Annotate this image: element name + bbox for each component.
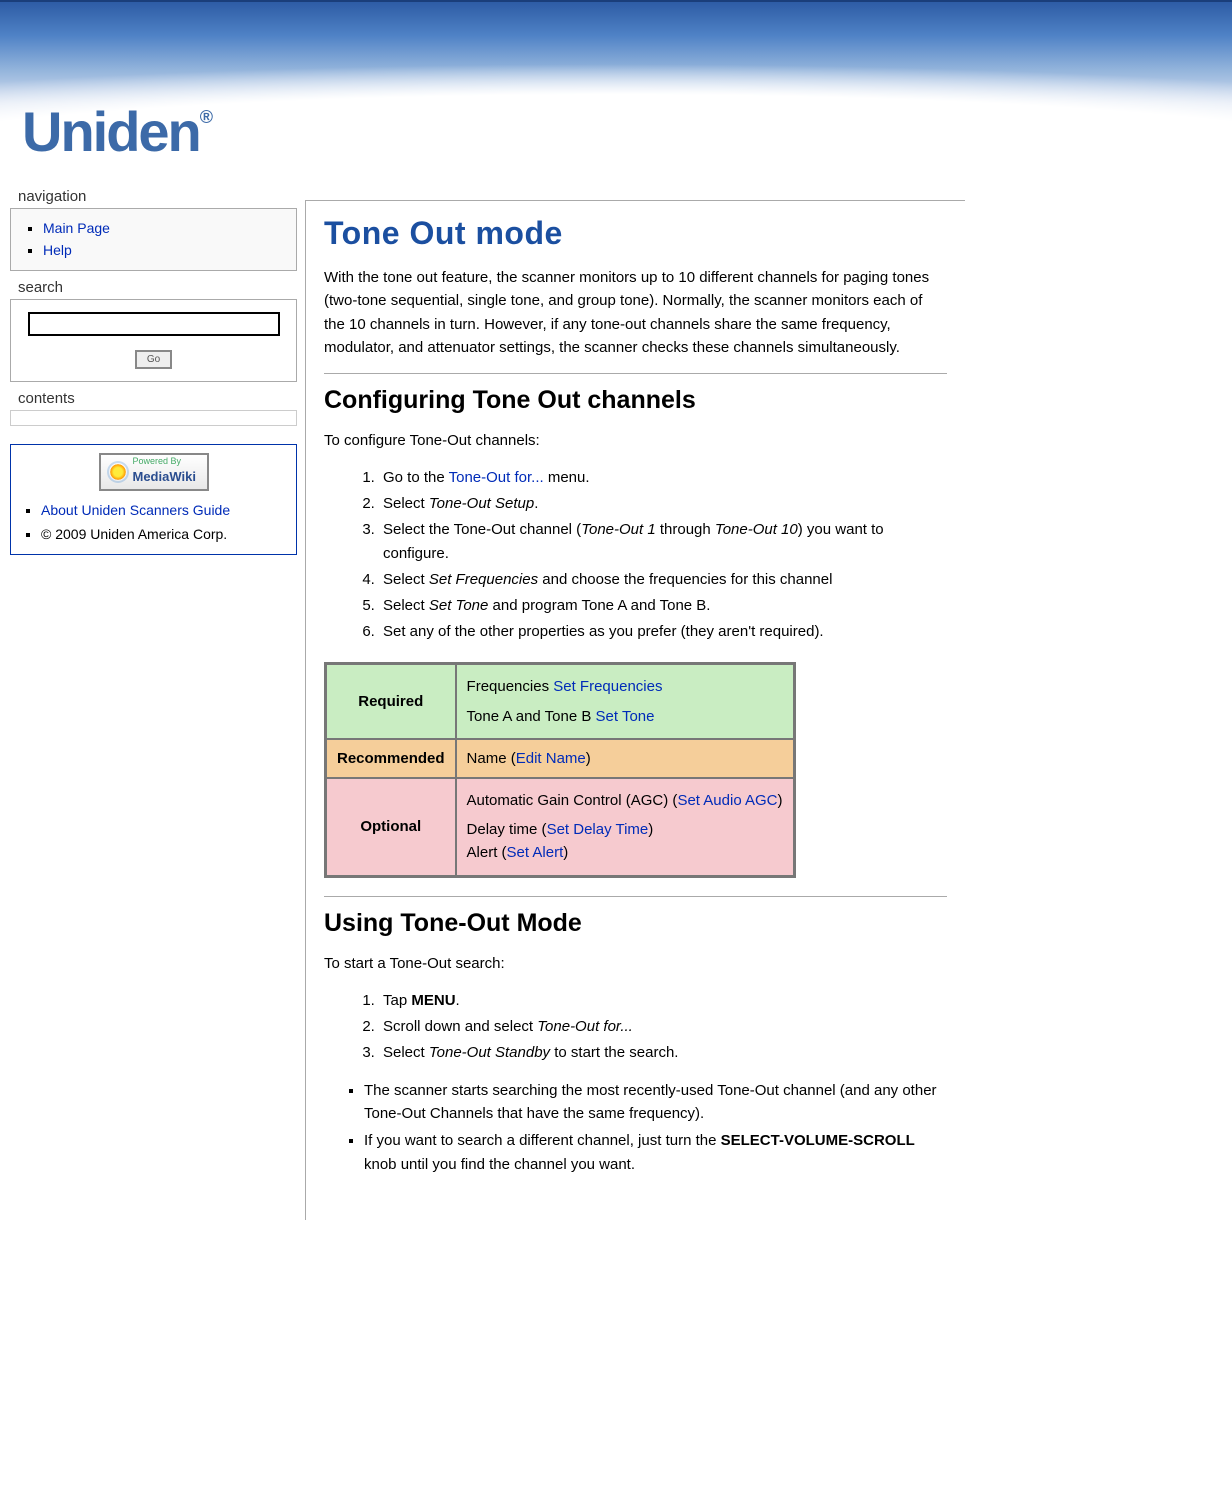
contents-portlet-title: contents — [10, 390, 297, 410]
link-tone-out-for[interactable]: Tone-Out for... — [449, 469, 544, 486]
using-step-2: Scroll down and select Tone-Out for... — [379, 1015, 947, 1039]
table-row-optional: Optional Automatic Gain Control (AGC) (S… — [326, 778, 794, 876]
search-portlet: Go — [10, 299, 297, 382]
about-link[interactable]: About Uniden Scanners Guide — [41, 502, 230, 518]
config-intro: To configure Tone-Out channels: — [324, 429, 947, 452]
config-step-3: Select the Tone-Out channel (Tone-Out 1 … — [379, 518, 947, 566]
table-row-recommended: Recommended Name (Edit Name) — [326, 739, 794, 778]
table-row-required: Required Frequencies Set Frequencies Ton… — [326, 664, 794, 739]
config-step-5: Select Set Tone and program Tone A and T… — [379, 594, 947, 618]
section-heading-configuring: Configuring Tone Out channels — [324, 386, 947, 415]
sidebar: navigation Main Page Help search Go cont… — [0, 170, 305, 555]
about-portlet: Powered By MediaWiki About Uniden Scanne… — [10, 444, 297, 556]
config-step-4: Select Set Frequencies and choose the fr… — [379, 568, 947, 592]
brand-logo: Uniden® — [22, 104, 211, 160]
using-intro: To start a Tone-Out search: — [324, 952, 947, 975]
using-bullet-1: The scanner starts searching the most re… — [364, 1079, 947, 1126]
search-input[interactable] — [28, 312, 280, 336]
required-label: Required — [326, 664, 456, 739]
section-heading-using: Using Tone-Out Mode — [324, 909, 947, 938]
using-bullet-2: If you want to search a different channe… — [364, 1129, 947, 1176]
contents-portlet — [10, 410, 297, 426]
section-divider — [324, 896, 947, 897]
optional-label: Optional — [326, 778, 456, 876]
using-steps: Tap MENU. Scroll down and select Tone-Ou… — [324, 989, 947, 1065]
nav-portlet-title: navigation — [10, 188, 297, 208]
link-edit-name[interactable]: Edit Name — [516, 750, 586, 767]
properties-table: Required Frequencies Set Frequencies Ton… — [324, 662, 796, 877]
config-step-1: Go to the Tone-Out for... menu. — [379, 466, 947, 490]
copyright-text: © 2009 Uniden America Corp. — [41, 523, 286, 547]
article-content: Tone Out mode With the tone out feature,… — [305, 200, 965, 1220]
search-go-button[interactable]: Go — [135, 350, 172, 369]
intro-paragraph: With the tone out feature, the scanner m… — [324, 266, 947, 359]
config-step-2: Select Tone-Out Setup. — [379, 492, 947, 516]
using-step-1: Tap MENU. — [379, 989, 947, 1013]
config-steps: Go to the Tone-Out for... menu. Select T… — [324, 466, 947, 644]
section-divider — [324, 373, 947, 374]
link-set-tone[interactable]: Set Tone — [596, 708, 655, 725]
link-set-audio-agc[interactable]: Set Audio AGC — [677, 792, 777, 809]
page-title: Tone Out mode — [324, 215, 947, 252]
mediawiki-badge-powered: Powered By — [133, 457, 182, 466]
link-set-alert[interactable]: Set Alert — [507, 844, 564, 861]
mediawiki-badge-name: MediaWiki — [133, 469, 196, 484]
config-step-6: Set any of the other properties as you p… — [379, 620, 947, 644]
using-bullets: The scanner starts searching the most re… — [324, 1079, 947, 1176]
mediawiki-badge[interactable]: Powered By MediaWiki — [99, 453, 209, 491]
mediawiki-flower-icon — [109, 463, 127, 481]
nav-link-main-page[interactable]: Main Page — [43, 220, 110, 236]
recommended-label: Recommended — [326, 739, 456, 778]
nav-portlet: Main Page Help — [10, 208, 297, 271]
header-banner: Uniden® — [0, 0, 1232, 170]
link-set-frequencies[interactable]: Set Frequencies — [553, 678, 662, 695]
using-step-3: Select Tone-Out Standby to start the sea… — [379, 1041, 947, 1065]
search-portlet-title: search — [10, 279, 297, 299]
nav-link-help[interactable]: Help — [43, 242, 72, 258]
link-set-delay-time[interactable]: Set Delay Time — [547, 821, 649, 838]
